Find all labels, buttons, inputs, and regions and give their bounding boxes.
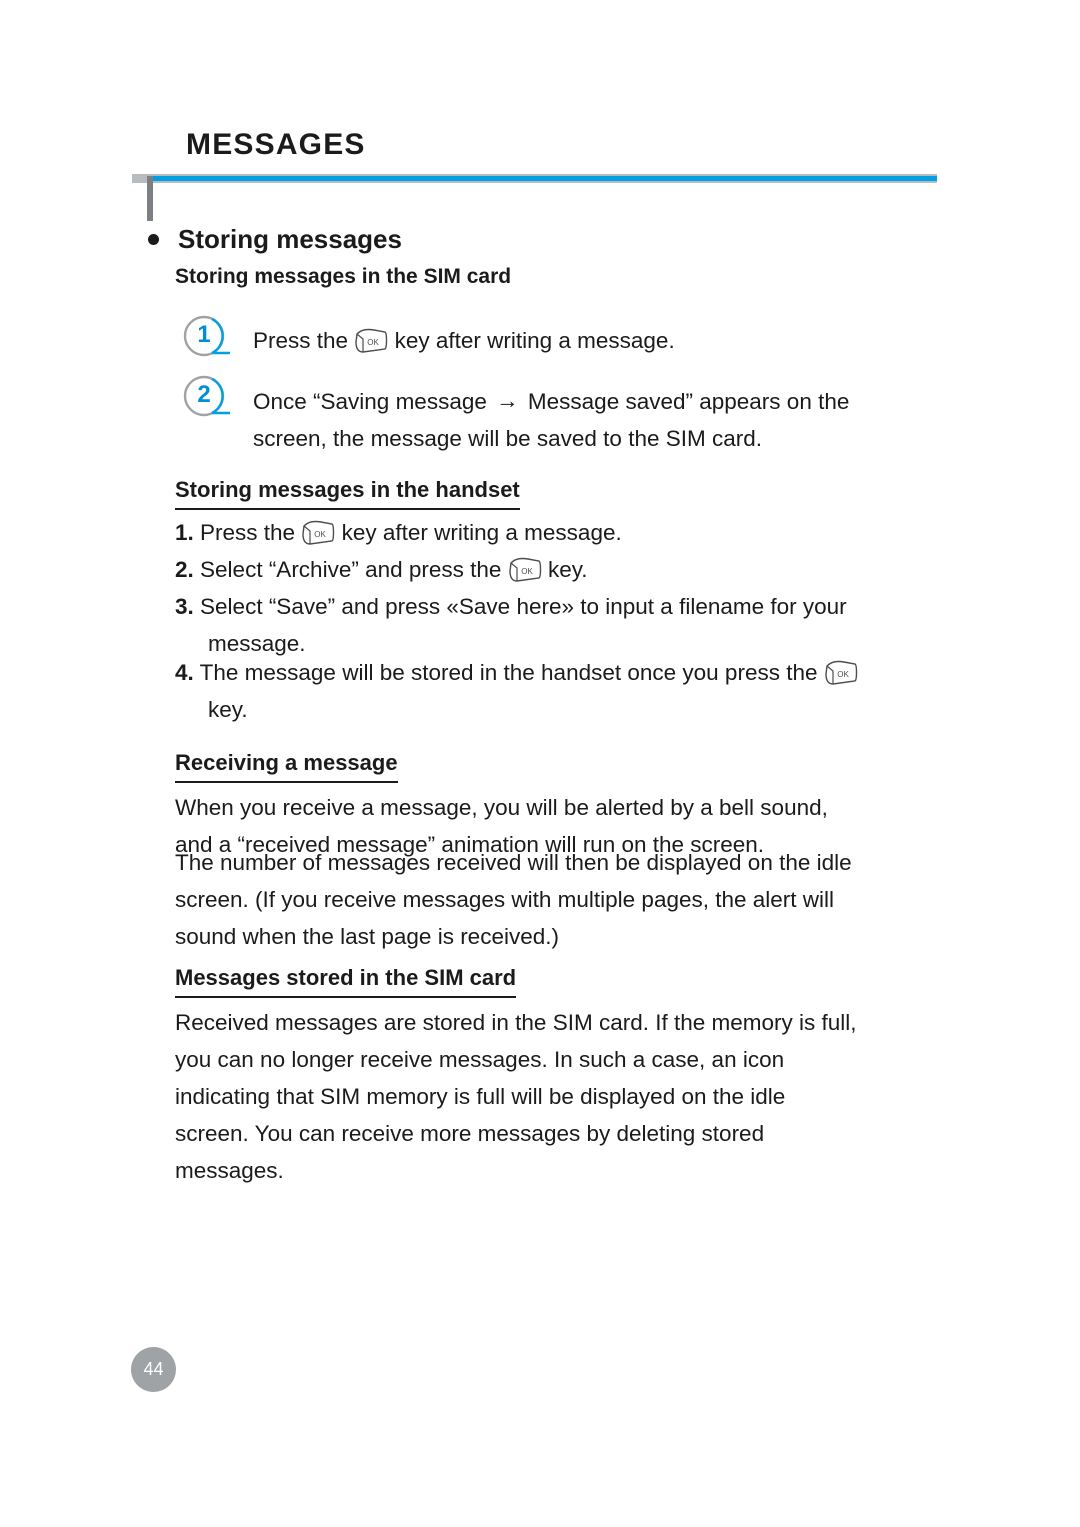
- svg-text:OK: OK: [368, 338, 380, 347]
- ok-key-icon: OK: [824, 660, 858, 686]
- handset-item-1-marker: 1.: [175, 520, 194, 545]
- handset-item-4-text-before: The message will be stored in the handse…: [199, 660, 818, 685]
- handset-item-3-line1: Select “Save” and press «Save here» to i…: [200, 594, 847, 619]
- receiving-p1-line1: When you receive a message, you will be …: [175, 795, 828, 820]
- receiving-p2-line2: screen. (If you receive messages with mu…: [175, 887, 835, 912]
- page-number: 44: [131, 1347, 176, 1392]
- section-heading: Storing messages: [148, 224, 402, 255]
- handset-item-2: 2. Select “Archive” and press the OK key…: [175, 551, 955, 588]
- subheading-sim-card: Storing messages in the SIM card: [175, 265, 512, 288]
- header-tick-mark: [147, 176, 153, 221]
- subheading-handset: Storing messages in the handset: [175, 477, 520, 510]
- ok-key-icon: OK: [508, 557, 542, 583]
- step-number-1: 1: [197, 321, 211, 348]
- handset-item-2-text-after: key.: [547, 557, 588, 582]
- receiving-paragraph-2: The number of messages received will the…: [175, 844, 975, 955]
- step-2-text-line2: screen, the message will be saved to the…: [253, 426, 762, 451]
- handset-item-1-text-after: key after writing a message.: [341, 520, 622, 545]
- step-2-text-line1-a: Once “Saving message: [253, 389, 487, 414]
- ok-key-icon: OK: [354, 328, 388, 354]
- header-rule-accent: [151, 176, 937, 181]
- subheading-receiving: Receiving a message: [175, 750, 398, 783]
- step-1-text: Press the OK key after writing a message…: [253, 322, 953, 359]
- stored-sim-paragraph: Received messages are stored in the SIM …: [175, 1004, 985, 1189]
- handset-item-4: 4. The message will be stored in the han…: [175, 654, 965, 728]
- ok-key-icon: OK: [301, 520, 335, 546]
- handset-item-1-text-before: Press the: [200, 520, 296, 545]
- step-badge-1: 1: [182, 315, 238, 357]
- step-1-text-before: Press the: [253, 328, 349, 353]
- handset-item-4-text-after: key.: [208, 697, 248, 722]
- stored-sim-line1: Received messages are stored in the SIM …: [175, 1010, 857, 1035]
- receiving-p2-line3: sound when the last page is received.): [175, 924, 559, 949]
- stored-sim-line2: you can no longer receive messages. In s…: [175, 1047, 785, 1072]
- chapter-title: MESSAGES: [186, 128, 366, 161]
- stored-sim-line3: indicating that SIM memory is full will …: [175, 1084, 786, 1109]
- receiving-p2-line1: The number of messages received will the…: [175, 850, 852, 875]
- svg-text:OK: OK: [521, 567, 533, 576]
- step-1-text-after: key after writing a message.: [394, 328, 675, 353]
- manual-page: MESSAGES Storing messages Storing messag…: [0, 0, 1080, 1527]
- step-badge-2: 2: [182, 375, 238, 417]
- handset-item-4-marker: 4.: [175, 660, 194, 685]
- subheading-stored-sim: Messages stored in the SIM card: [175, 965, 517, 998]
- svg-text:OK: OK: [837, 670, 849, 679]
- handset-item-3-marker: 3.: [175, 594, 194, 619]
- section-heading-label: Storing messages: [178, 224, 402, 254]
- handset-item-3: 3. Select “Save” and press «Save here» t…: [175, 588, 965, 662]
- step-number-2: 2: [197, 381, 211, 408]
- handset-item-2-text-before: Select “Archive” and press the: [200, 557, 502, 582]
- bullet-dot-icon: [148, 234, 159, 245]
- step-2-text: Once “Saving message → Message saved” ap…: [253, 382, 953, 457]
- svg-text:OK: OK: [315, 530, 327, 539]
- stored-sim-line4: screen. You can receive more messages by…: [175, 1121, 765, 1146]
- step-2-text-line1-b: Message saved” appears on the: [527, 389, 850, 414]
- handset-item-2-marker: 2.: [175, 557, 194, 582]
- arrow-right-icon: →: [496, 388, 519, 413]
- handset-item-1: 1. Press the OK key after writing a mess…: [175, 514, 955, 551]
- stored-sim-line5: messages.: [175, 1158, 284, 1183]
